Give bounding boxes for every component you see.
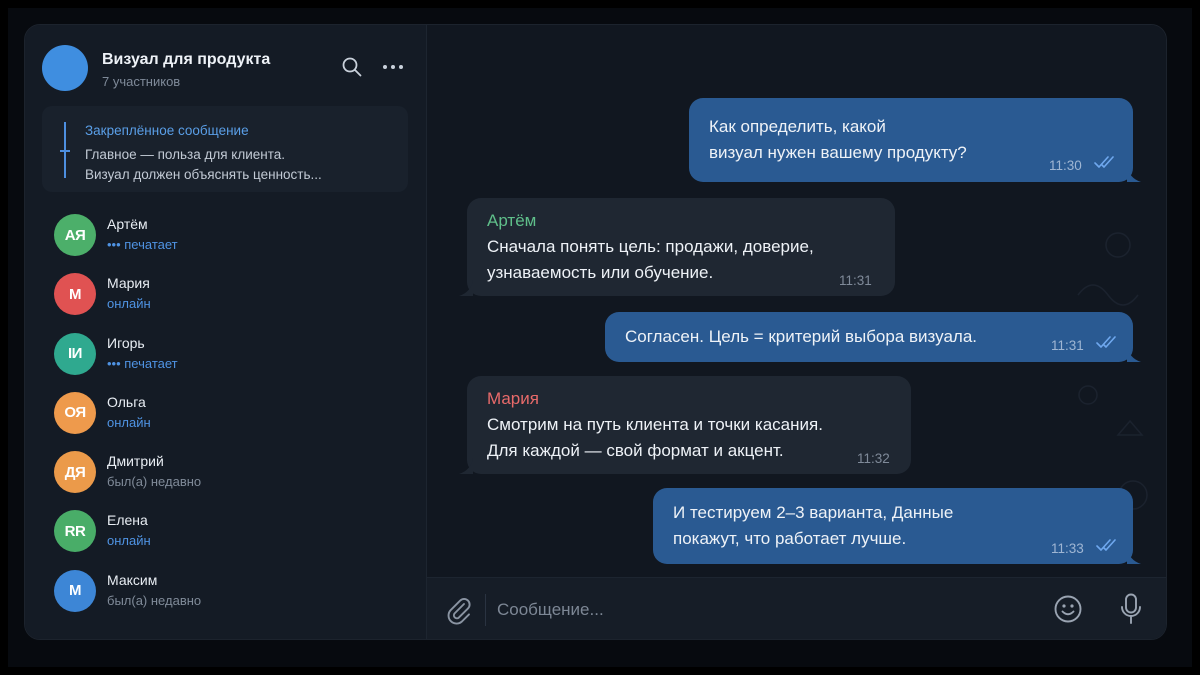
- emoji-icon: [1054, 595, 1082, 623]
- member-name: Игорь: [107, 334, 145, 351]
- bubble-tail: [1127, 548, 1141, 564]
- member-status: ••• печатает: [107, 355, 178, 371]
- composer: [427, 577, 1166, 639]
- member-status: был(а) недавно: [107, 474, 202, 490]
- pinned-text-line: Визуал должен объяснять ценность...: [85, 167, 322, 182]
- message-text-line: Смотрим на путь клиента и точки касания.: [487, 415, 823, 434]
- message-time: 11:33: [1051, 541, 1084, 556]
- member-status: онлайн: [107, 414, 151, 430]
- avatar: М: [54, 569, 96, 612]
- message-time: 11:31: [839, 273, 872, 288]
- member-name: Максим: [107, 571, 158, 588]
- member-name: Ольга: [107, 393, 146, 410]
- avatar: ІИ: [54, 332, 96, 375]
- message-time: 11:31: [1051, 338, 1084, 353]
- search-icon: [342, 57, 362, 77]
- double-check-icon: [1096, 539, 1116, 551]
- chat-subtitle: 7 участников: [102, 74, 181, 89]
- member-name: Дмитрий: [107, 453, 164, 470]
- double-check-icon: [1094, 156, 1114, 168]
- sidebar: Визуал для продукта 7 участников Закрепл…: [25, 25, 427, 639]
- member-item[interactable]: ДЯ Дмитрий был(а) недавно: [25, 445, 427, 504]
- member-item[interactable]: М Максим был(а) недавно: [25, 564, 427, 623]
- message-time: 11:30: [1049, 158, 1082, 173]
- avatar: М: [54, 273, 96, 316]
- search-button[interactable]: [341, 56, 363, 78]
- bubble-tail: [459, 458, 473, 474]
- chat-avatar[interactable]: [42, 45, 88, 91]
- outgoing-message[interactable]: Согласен. Цель = критерий выбора визуала…: [605, 312, 1141, 362]
- double-check-icon: [1096, 336, 1116, 348]
- pinned-title: Закреплённое сообщение: [85, 123, 249, 138]
- pin-icon: [60, 122, 70, 178]
- microphone-icon: [1121, 593, 1141, 624]
- composer-divider: [485, 594, 486, 626]
- emoji-button[interactable]: [1053, 594, 1083, 624]
- chat-title: Визуал для продукта: [102, 51, 271, 68]
- message-sender: Мария: [487, 389, 539, 408]
- message-sender: Артём: [487, 211, 537, 230]
- pinned-message[interactable]: Закреплённое сообщение Главное — польза …: [42, 106, 408, 192]
- attach-button[interactable]: [444, 595, 472, 625]
- message-input[interactable]: [497, 596, 1017, 624]
- message-text-line: узнаваемость или обучение.: [487, 263, 714, 282]
- member-status: онлайн: [107, 533, 151, 549]
- member-list: АЯ Артём ••• печатает М Мария онлайн ІИ …: [25, 208, 427, 623]
- member-name: Елена: [107, 512, 148, 529]
- microphone-button[interactable]: [1120, 593, 1142, 625]
- pinned-text-line: Главное — польза для клиента.: [85, 147, 286, 162]
- member-item[interactable]: ОЯ Ольга онлайн: [25, 386, 427, 445]
- avatar: ОЯ: [54, 391, 96, 434]
- message-text-line: визуал нужен вашему продукту?: [709, 143, 967, 162]
- bubble-tail: [1127, 166, 1141, 182]
- bubble-tail: [459, 280, 473, 296]
- avatar: RR: [54, 510, 96, 553]
- message-text-line: Сначала понять цель: продажи, доверие,: [487, 237, 814, 256]
- member-status: был(а) недавно: [107, 592, 202, 608]
- outgoing-message[interactable]: И тестируем 2–3 варианта, Данные покажут,…: [653, 488, 1141, 564]
- outgoing-message[interactable]: Как определить, какой визуал нужен вашему…: [689, 98, 1141, 182]
- message-text-line: покажут, что работает лучше.: [673, 529, 907, 548]
- member-name: Мария: [107, 275, 150, 292]
- bubble-tail: [1127, 346, 1141, 362]
- chat-area: Как определить, какой визуал нужен вашему…: [427, 25, 1166, 639]
- incoming-message[interactable]: Мария Смотрим на путь клиента и точки кас…: [459, 376, 911, 474]
- message-text-line: Согласен. Цель = критерий выбора визуала…: [625, 327, 978, 346]
- message-text-line: И тестируем 2–3 варианта, Данные: [673, 503, 954, 522]
- more-button[interactable]: [381, 56, 405, 78]
- member-status: ••• печатает: [107, 237, 178, 252]
- member-status: онлайн: [107, 296, 151, 312]
- message-time: 11:32: [857, 451, 890, 466]
- message-text-line: Для каждой — свой формат и акцент.: [487, 441, 784, 460]
- member-item[interactable]: ІИ Игорь ••• печатает: [25, 327, 427, 386]
- member-item[interactable]: RR Елена онлайн: [25, 504, 427, 563]
- member-name: Артём: [107, 216, 148, 232]
- incoming-message[interactable]: Артём Сначала понять цель: продажи, довер…: [459, 198, 895, 296]
- more-horizontal-icon: [383, 65, 403, 69]
- paperclip-icon: [447, 598, 471, 625]
- messenger-window: Визуал для продукта 7 участников Закрепл…: [24, 24, 1167, 640]
- member-item[interactable]: АЯ Артём ••• печатает: [25, 208, 427, 267]
- member-item[interactable]: М Мария онлайн: [25, 267, 427, 326]
- message-text-line: Как определить, какой: [709, 117, 886, 136]
- avatar: ДЯ: [54, 451, 96, 494]
- avatar: АЯ: [54, 214, 96, 256]
